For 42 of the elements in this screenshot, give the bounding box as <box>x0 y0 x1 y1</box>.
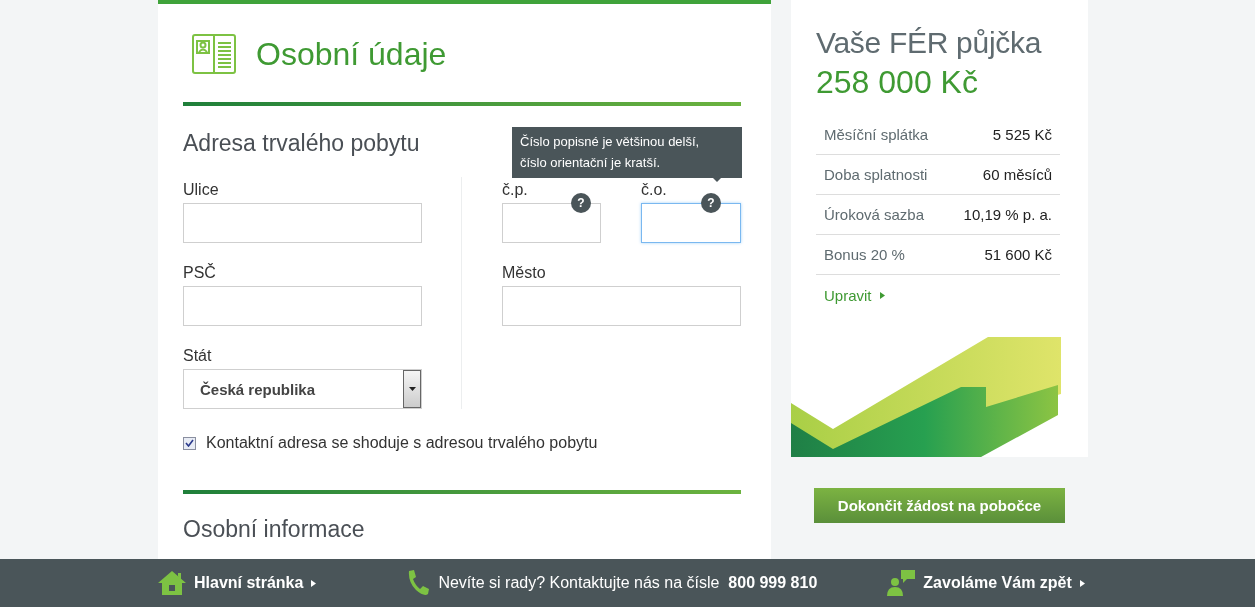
footer-link[interactable]: Hlavní stránka <box>158 571 317 595</box>
same-address-checkbox[interactable]: Kontaktní adresa se shoduje s adresou trvalého pobytu <box>183 434 741 452</box>
field-label: PSČ <box>183 262 216 283</box>
edit-link[interactable]: Upravit <box>816 275 893 316</box>
row-value: 10,19 % p. a. <box>963 206 1052 223</box>
field-label: Stát <box>183 346 212 366</box>
checkbox[interactable] <box>183 436 196 450</box>
phone-icon <box>406 570 431 596</box>
section-heading: Adresa trvalého pobytu <box>183 130 420 157</box>
row-value: 60 měsíců <box>982 166 1052 183</box>
dropdown-icon <box>408 387 416 391</box>
caret-icon <box>1079 579 1085 587</box>
field-label: č.p. <box>502 180 528 200</box>
id-card-icon <box>192 34 236 74</box>
row-label: Doba splatnosti <box>824 166 928 183</box>
field-label: Město <box>502 263 546 283</box>
row-value: 5 525 Kč <box>992 126 1052 143</box>
country-select[interactable]: Česká republika <box>183 369 422 409</box>
caret-icon <box>311 579 317 587</box>
help-icon[interactable]: ? <box>571 193 591 213</box>
row-label: Bonus 20 % <box>824 246 905 263</box>
input-field[interactable] <box>502 286 741 326</box>
loan-amount: 258 000 Kč <box>816 64 979 101</box>
page-title: Osobní údaje <box>256 35 447 73</box>
checkmark-icon <box>185 439 194 447</box>
row-value: 51 600 Kč <box>984 246 1052 263</box>
help-tooltip: Číslo popisné je většinou delší, číslo orientační je kratší. <box>512 127 742 178</box>
row-label: Měsíční splátka <box>824 126 929 143</box>
footer-link[interactable]: Zavoláme Vám zpět <box>887 570 1085 596</box>
checkbox-label: Kontaktní adresa se shoduje s adresou trvalého pobytu <box>206 434 598 452</box>
input-field[interactable] <box>183 286 422 326</box>
field-label: Ulice <box>183 180 219 200</box>
section-heading: Osobní informace <box>183 516 365 543</box>
loan-title: Vaše FÉR půjčka <box>816 26 1043 60</box>
footer-link[interactable]: Nevíte si rady? Kontaktujte nás na čísle 800 999 810 <box>406 570 818 596</box>
row-label: Úroková sazba <box>824 206 925 223</box>
caret-icon <box>879 292 885 299</box>
person-speech-icon <box>887 570 916 596</box>
help-icon[interactable]: ? <box>701 193 721 213</box>
house-icon <box>158 571 186 595</box>
input-field[interactable] <box>183 203 422 243</box>
field-label: č.o. <box>641 180 667 200</box>
